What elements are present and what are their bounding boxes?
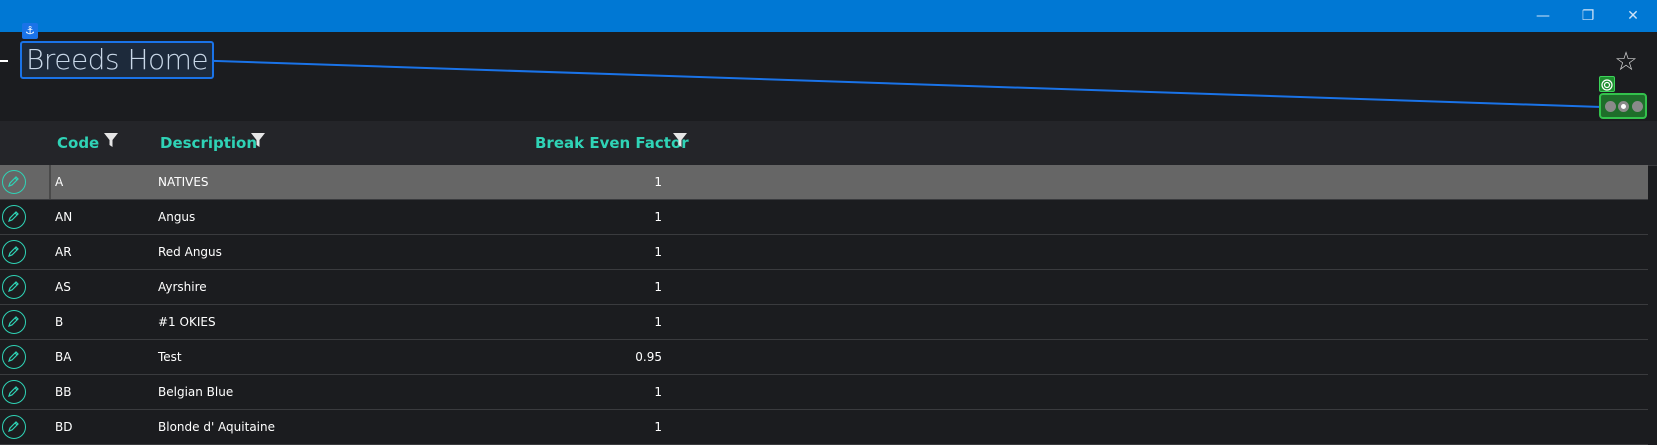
cell-description: Ayrshire bbox=[158, 280, 207, 294]
filter-icon[interactable] bbox=[103, 132, 119, 148]
cell-code: BB bbox=[55, 385, 72, 399]
filter-icon[interactable] bbox=[672, 132, 688, 148]
cell-break-even-factor: 1 bbox=[654, 315, 662, 329]
table-row[interactable]: BB Belgian Blue 1 bbox=[0, 375, 1648, 410]
edit-pencil-icon[interactable] bbox=[2, 205, 26, 229]
cell-description: NATIVES bbox=[158, 175, 209, 189]
table-row[interactable]: A NATIVES 1 bbox=[0, 165, 1648, 200]
cell-break-even-factor: 1 bbox=[654, 245, 662, 259]
cell-description: Test bbox=[158, 350, 182, 364]
table-row[interactable]: B #1 OKIES 1 bbox=[0, 305, 1648, 340]
anchor-icon: ⚓ bbox=[22, 23, 38, 39]
cell-code: B bbox=[55, 315, 64, 329]
edit-pencil-icon[interactable] bbox=[2, 345, 26, 369]
edit-pencil-icon[interactable] bbox=[2, 310, 26, 334]
column-header-description[interactable]: Description bbox=[160, 134, 257, 152]
more-options-button[interactable] bbox=[1599, 93, 1647, 119]
cell-break-even-factor: 0.95 bbox=[635, 350, 662, 364]
table-row[interactable]: AS Ayrshire 1 bbox=[0, 270, 1648, 305]
cell-description: Red Angus bbox=[158, 245, 222, 259]
column-header-code[interactable]: Code bbox=[57, 134, 99, 152]
table-row[interactable]: AR Red Angus 1 bbox=[0, 235, 1648, 270]
edit-pencil-icon[interactable] bbox=[2, 275, 26, 299]
table-row[interactable]: BA Test 0.95 bbox=[0, 340, 1648, 375]
cell-break-even-factor: 1 bbox=[654, 385, 662, 399]
cell-break-even-factor: 1 bbox=[654, 420, 662, 434]
table-row[interactable]: AN Angus 1 bbox=[0, 200, 1648, 235]
cell-description: #1 OKIES bbox=[158, 315, 216, 329]
cell-code: A bbox=[55, 175, 64, 189]
cell-break-even-factor: 1 bbox=[654, 210, 662, 224]
edit-pencil-icon[interactable] bbox=[2, 415, 26, 439]
cell-description: Blonde d' Aquitaine bbox=[158, 420, 275, 434]
selected-cell-border bbox=[49, 165, 51, 199]
table-row[interactable]: BD Blonde d' Aquitaine 1 bbox=[0, 410, 1648, 445]
edit-pencil-icon[interactable] bbox=[2, 380, 26, 404]
cell-description: Angus bbox=[158, 210, 196, 224]
star-outline-icon[interactable]: ☆ bbox=[1612, 48, 1640, 76]
dot-icon bbox=[1632, 101, 1643, 112]
edit-pencil-icon[interactable] bbox=[2, 240, 26, 264]
cell-code: BA bbox=[55, 350, 72, 364]
cell-break-even-factor: 1 bbox=[654, 280, 662, 294]
page-title: Breeds Home bbox=[20, 41, 215, 79]
column-header-row: Code Description Break Even Factor bbox=[0, 121, 1657, 166]
cell-break-even-factor: 1 bbox=[654, 175, 662, 189]
edit-pencil-icon[interactable] bbox=[2, 170, 26, 194]
cell-code: AS bbox=[55, 280, 71, 294]
cell-code: BD bbox=[55, 420, 73, 434]
dot-icon bbox=[1605, 101, 1616, 112]
column-header-break-even-factor[interactable]: Break Even Factor bbox=[535, 134, 689, 152]
filter-icon[interactable] bbox=[250, 132, 266, 148]
target-icon bbox=[1599, 76, 1615, 92]
cell-code: AN bbox=[55, 210, 73, 224]
cell-description: Belgian Blue bbox=[158, 385, 234, 399]
dot-icon bbox=[1618, 101, 1629, 112]
cell-code: AR bbox=[55, 245, 72, 259]
